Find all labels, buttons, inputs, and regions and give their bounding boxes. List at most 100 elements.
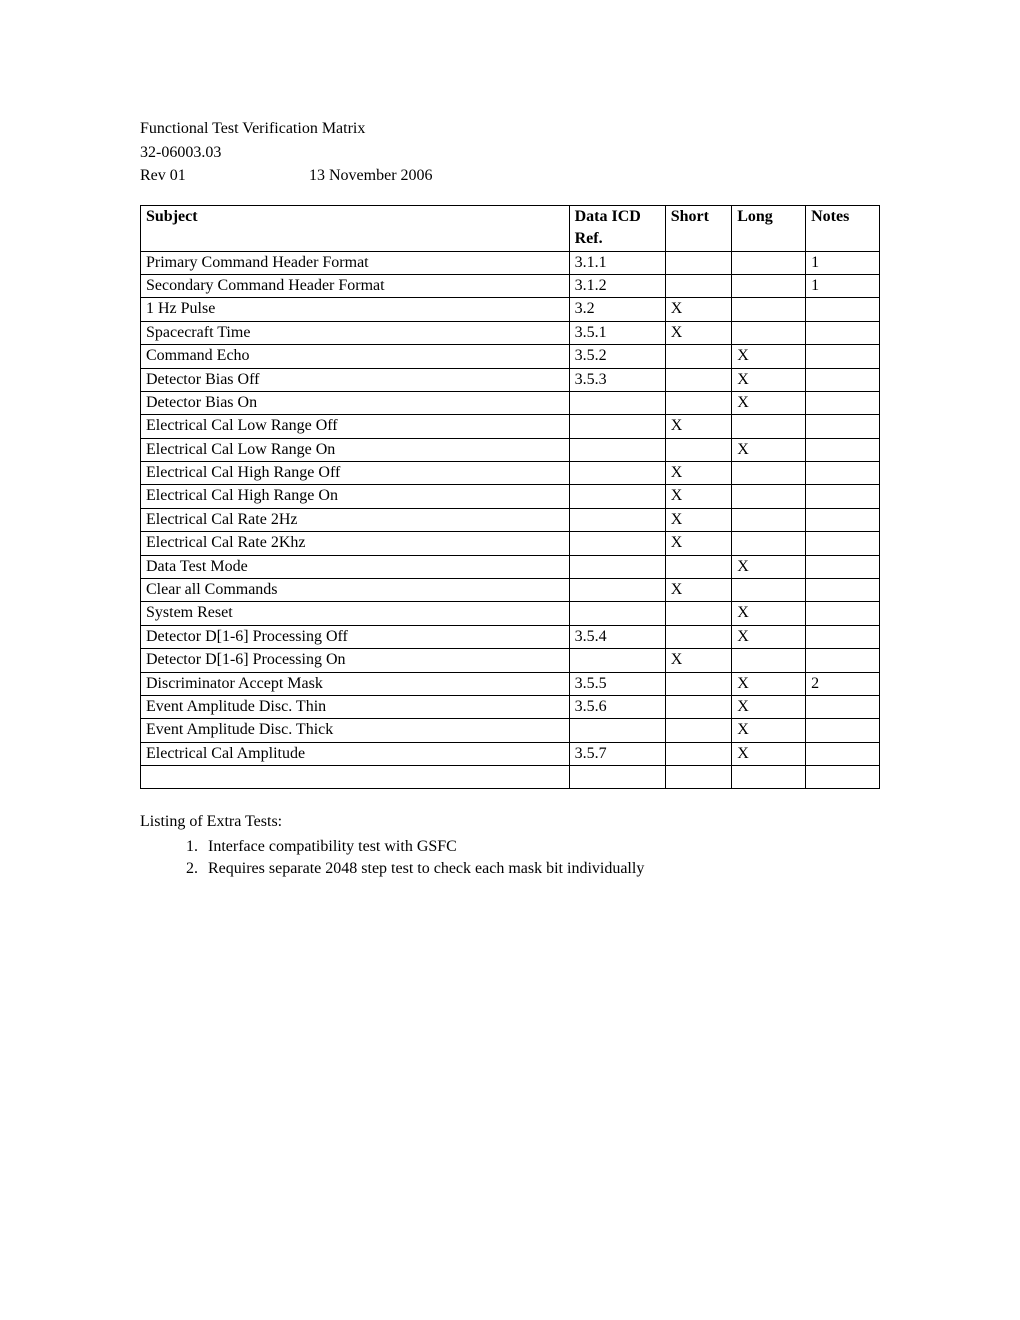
cell-notes bbox=[806, 695, 880, 718]
cell-notes bbox=[806, 719, 880, 742]
cell-long bbox=[732, 649, 806, 672]
cell-subject: Clear all Commands bbox=[141, 579, 570, 602]
table-row: Electrical Cal Rate 2KhzX bbox=[141, 532, 880, 555]
cell-subject: Electrical Cal Low Range On bbox=[141, 438, 570, 461]
cell-short: X bbox=[665, 579, 732, 602]
doc-number: 32-06003.03 bbox=[140, 142, 880, 164]
cell-short bbox=[665, 438, 732, 461]
cell-ref bbox=[569, 602, 665, 625]
cell-notes bbox=[806, 298, 880, 321]
cell-notes bbox=[806, 415, 880, 438]
table-row: Electrical Cal Low Range OffX bbox=[141, 415, 880, 438]
cell-short: X bbox=[665, 649, 732, 672]
cell-long: X bbox=[732, 368, 806, 391]
cell-ref bbox=[569, 579, 665, 602]
doc-date: 13 November 2006 bbox=[309, 167, 433, 184]
table-row: Discriminator Accept Mask3.5.5X2 bbox=[141, 672, 880, 695]
cell-short bbox=[665, 766, 732, 789]
cell-short: X bbox=[665, 508, 732, 531]
cell-subject: Discriminator Accept Mask bbox=[141, 672, 570, 695]
cell-subject: System Reset bbox=[141, 602, 570, 625]
col-short: Short bbox=[665, 205, 732, 251]
cell-subject: Event Amplitude Disc. Thin bbox=[141, 695, 570, 718]
cell-notes bbox=[806, 579, 880, 602]
cell-notes bbox=[806, 555, 880, 578]
list-item: Interface compatibility test with GSFC bbox=[202, 836, 880, 858]
cell-subject: Detector Bias On bbox=[141, 391, 570, 414]
table-row: Detector D[1-6] Processing Off3.5.4X bbox=[141, 625, 880, 648]
cell-ref bbox=[569, 438, 665, 461]
cell-long: X bbox=[732, 391, 806, 414]
cell-subject: Detector D[1-6] Processing Off bbox=[141, 625, 570, 648]
cell-short: X bbox=[665, 321, 732, 344]
cell-subject: Electrical Cal High Range Off bbox=[141, 462, 570, 485]
table-row: Event Amplitude Disc. Thick X bbox=[141, 719, 880, 742]
cell-notes bbox=[806, 625, 880, 648]
table-row: Electrical Cal Rate 2HzX bbox=[141, 508, 880, 531]
cell-long bbox=[732, 251, 806, 274]
extra-tests-section: Listing of Extra Tests: Interface compat… bbox=[140, 811, 880, 880]
table-row: Clear all Commands X bbox=[141, 579, 880, 602]
table-row: Electrical Cal High Range OnX bbox=[141, 485, 880, 508]
cell-short bbox=[665, 368, 732, 391]
cell-ref bbox=[569, 415, 665, 438]
cell-notes bbox=[806, 321, 880, 344]
verification-matrix-table: Subject Data ICD Ref. Short Long Notes P… bbox=[140, 205, 880, 789]
cell-ref: 3.5.5 bbox=[569, 672, 665, 695]
cell-long bbox=[732, 415, 806, 438]
cell-notes: 1 bbox=[806, 274, 880, 297]
cell-notes bbox=[806, 742, 880, 765]
cell-ref bbox=[569, 719, 665, 742]
cell-subject: Electrical Cal Amplitude bbox=[141, 742, 570, 765]
cell-notes bbox=[806, 602, 880, 625]
cell-long: X bbox=[732, 602, 806, 625]
extra-tests-heading: Listing of Extra Tests: bbox=[140, 811, 880, 833]
cell-short bbox=[665, 742, 732, 765]
cell-long bbox=[732, 579, 806, 602]
doc-rev-date: Rev 01 13 November 2006 bbox=[140, 165, 880, 187]
table-row: Primary Command Header Format3.1.11 bbox=[141, 251, 880, 274]
cell-short bbox=[665, 602, 732, 625]
cell-short bbox=[665, 251, 732, 274]
cell-subject: Detector Bias Off bbox=[141, 368, 570, 391]
cell-long bbox=[732, 274, 806, 297]
cell-subject: Detector D[1-6] Processing On bbox=[141, 649, 570, 672]
cell-notes bbox=[806, 649, 880, 672]
cell-long bbox=[732, 462, 806, 485]
cell-long bbox=[732, 485, 806, 508]
cell-long bbox=[732, 298, 806, 321]
cell-long bbox=[732, 508, 806, 531]
cell-long bbox=[732, 532, 806, 555]
cell-ref bbox=[569, 555, 665, 578]
cell-notes bbox=[806, 462, 880, 485]
cell-subject: Primary Command Header Format bbox=[141, 251, 570, 274]
extra-tests-list: Interface compatibility test with GSFCRe… bbox=[140, 836, 880, 881]
cell-subject: Command Echo bbox=[141, 345, 570, 368]
table-row: 1 Hz Pulse3.2X bbox=[141, 298, 880, 321]
cell-long: X bbox=[732, 438, 806, 461]
cell-short: X bbox=[665, 485, 732, 508]
table-header-row: Subject Data ICD Ref. Short Long Notes bbox=[141, 205, 880, 251]
cell-ref: 3.1.1 bbox=[569, 251, 665, 274]
col-subject: Subject bbox=[141, 205, 570, 251]
cell-short bbox=[665, 625, 732, 648]
table-row: System Reset X bbox=[141, 602, 880, 625]
list-item: Requires separate 2048 step test to chec… bbox=[202, 858, 880, 880]
cell-ref: 3.5.1 bbox=[569, 321, 665, 344]
cell-ref: 3.5.6 bbox=[569, 695, 665, 718]
cell-long: X bbox=[732, 719, 806, 742]
table-row: Electrical Cal High Range OffX bbox=[141, 462, 880, 485]
cell-long: X bbox=[732, 742, 806, 765]
table-row: Event Amplitude Disc. Thin3.5.6X bbox=[141, 695, 880, 718]
cell-subject: Secondary Command Header Format bbox=[141, 274, 570, 297]
cell-subject: Event Amplitude Disc. Thick bbox=[141, 719, 570, 742]
cell-long: X bbox=[732, 555, 806, 578]
cell-subject: Electrical Cal Low Range Off bbox=[141, 415, 570, 438]
cell-subject: Spacecraft Time bbox=[141, 321, 570, 344]
table-row: Electrical Cal Amplitude3.5.7X bbox=[141, 742, 880, 765]
cell-notes bbox=[806, 438, 880, 461]
cell-notes bbox=[806, 368, 880, 391]
cell-short bbox=[665, 672, 732, 695]
cell-ref: 3.2 bbox=[569, 298, 665, 321]
cell-ref bbox=[569, 766, 665, 789]
